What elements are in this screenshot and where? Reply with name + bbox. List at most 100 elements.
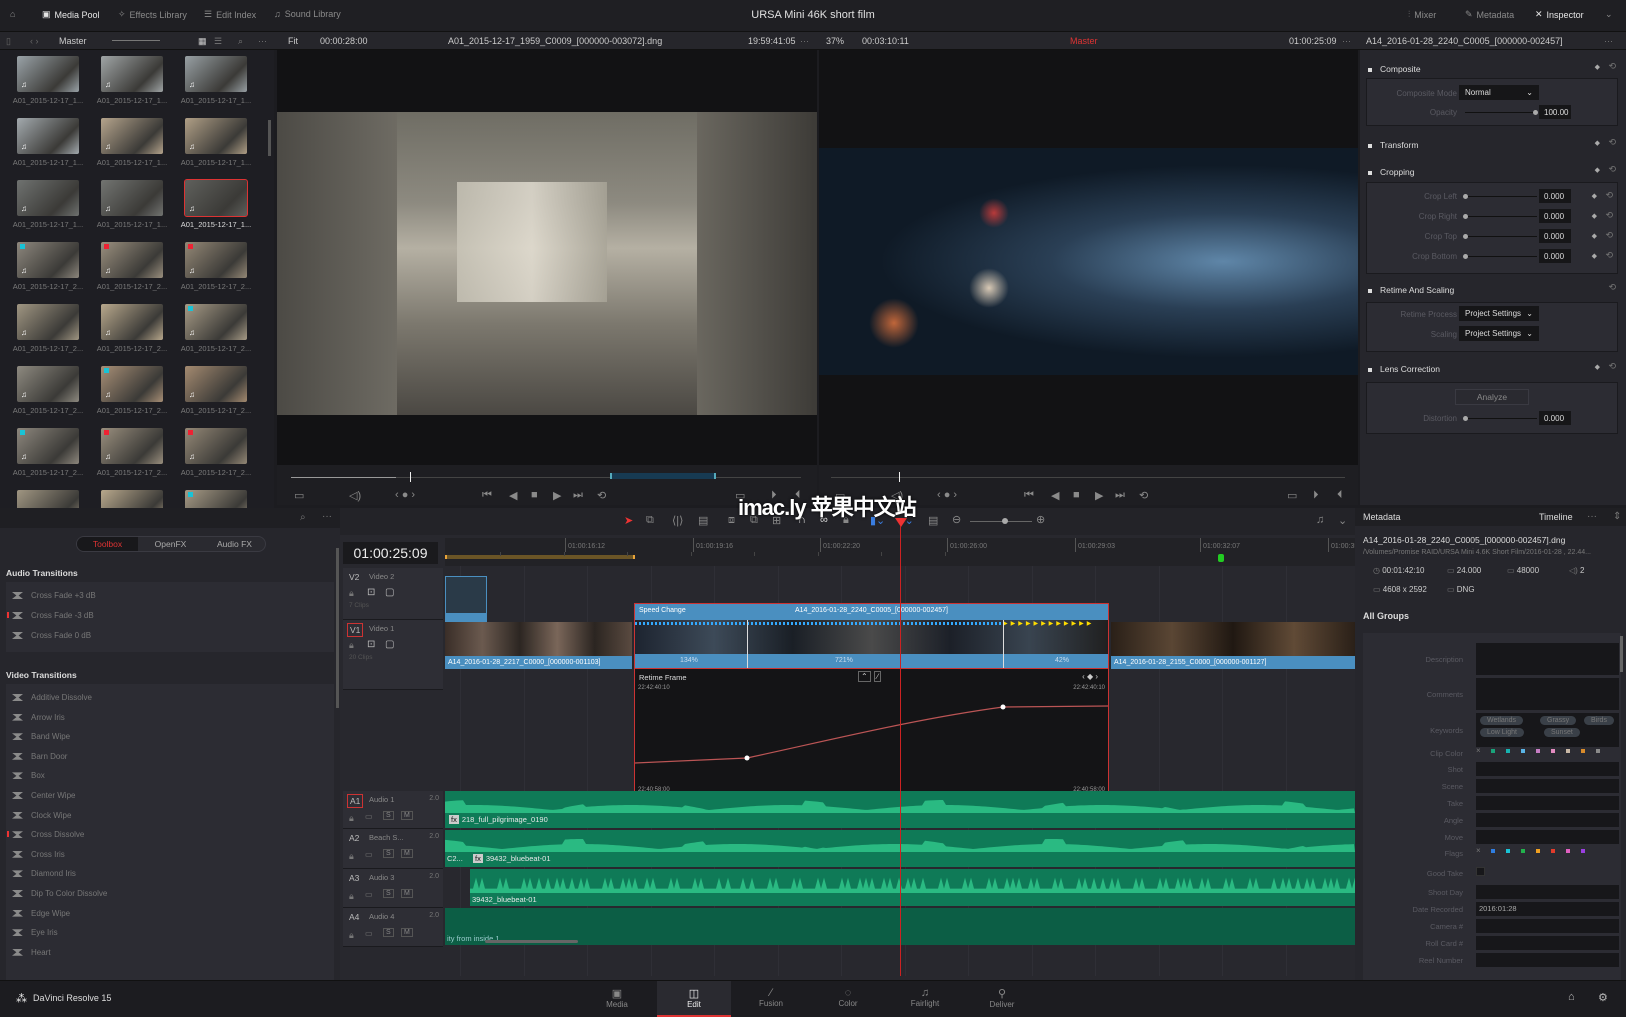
fullscreen-icon[interactable]: ▭ bbox=[1287, 489, 1297, 502]
page-tab-color[interactable]: ◌ Color bbox=[811, 981, 885, 1017]
media-thumbnail[interactable]: ♫ bbox=[17, 366, 79, 402]
in-out-range-bar[interactable] bbox=[445, 555, 635, 559]
track-id[interactable]: V2 bbox=[347, 571, 361, 583]
auto-select-icon[interactable]: ▭ bbox=[365, 929, 373, 938]
clip-color-swatch[interactable] bbox=[1521, 749, 1525, 753]
track-header-a1[interactable]: A1 Audio 1 🔒︎ 2.0 ▭ S M bbox=[343, 791, 443, 829]
media-pool-scrollbar[interactable] bbox=[268, 120, 271, 156]
track-id[interactable]: A3 bbox=[347, 872, 361, 884]
crop-slider[interactable] bbox=[1465, 256, 1537, 257]
metadata-group-select[interactable]: All Groups bbox=[1363, 611, 1409, 621]
track-header-v2[interactable]: V2 Video 2 🔒︎ ⊡ ▢ 7 Clips bbox=[343, 568, 443, 620]
lens-correction-header[interactable]: Lens Correction bbox=[1368, 364, 1440, 374]
expand-icon[interactable]: ⌄ bbox=[1605, 9, 1613, 20]
tab-audio-fx[interactable]: Audio FX bbox=[203, 537, 266, 551]
reset-icon[interactable]: ⟲ bbox=[1605, 250, 1613, 261]
keyframe-icon[interactable]: ◆ bbox=[1595, 63, 1600, 71]
jog-icon[interactable]: ‹ ● › bbox=[937, 489, 957, 501]
flag-swatch[interactable] bbox=[1536, 849, 1540, 853]
reset-icon[interactable]: ⟲ bbox=[1605, 230, 1613, 241]
lock-icon[interactable]: 🔒︎ bbox=[349, 851, 354, 862]
crop-slider[interactable] bbox=[1465, 236, 1537, 237]
media-thumbnail[interactable]: ♫ bbox=[185, 366, 247, 402]
media-thumbnail[interactable]: ♫ bbox=[185, 118, 247, 154]
media-thumbnail[interactable]: ♫ bbox=[101, 56, 163, 92]
effect-item[interactable]: Cross Fade 0 dB bbox=[12, 631, 91, 640]
media-thumbnail[interactable]: ♫ bbox=[101, 180, 163, 216]
distortion-field[interactable]: 0.000 bbox=[1539, 411, 1571, 425]
source-zoom-select[interactable]: Fit bbox=[288, 36, 298, 46]
clear-icon[interactable]: × bbox=[1476, 746, 1481, 755]
inspector-button[interactable]: ✕ Inspector bbox=[1535, 9, 1584, 20]
effect-item[interactable]: Cross Fade -3 dB bbox=[12, 611, 94, 620]
program-playhead[interactable] bbox=[899, 472, 900, 482]
media-thumbnail[interactable]: ♫ bbox=[101, 366, 163, 402]
reverse-icon[interactable]: ◀ bbox=[509, 489, 517, 502]
stop-icon[interactable]: ■ bbox=[1073, 489, 1080, 501]
reset-icon[interactable]: ⟲ bbox=[1608, 137, 1616, 148]
reset-icon[interactable]: ⟲ bbox=[1608, 282, 1616, 293]
track-header-a4[interactable]: A4 Audio 4 🔒︎ 2.0 ▭ S M bbox=[343, 908, 443, 947]
track-header-a3[interactable]: A3 Audio 3 🔒︎ 2.0 ▭ S M bbox=[343, 869, 443, 908]
opacity-field[interactable]: 100.00 bbox=[1539, 105, 1571, 119]
scaling-select[interactable]: Project Settings ⌄ bbox=[1459, 326, 1539, 341]
field-date-recorded[interactable]: 2016:01:28 bbox=[1476, 902, 1619, 916]
media-thumbnail[interactable]: ♫ bbox=[101, 304, 163, 340]
effect-item[interactable]: Cross Fade +3 dB bbox=[12, 591, 96, 600]
field-description[interactable] bbox=[1476, 643, 1619, 675]
cropping-header[interactable]: Cropping bbox=[1368, 167, 1415, 177]
v1-clip-left[interactable]: A14_2016-01-28_2217_C0000_[000000-001103… bbox=[445, 622, 632, 669]
crop-slider-knob[interactable] bbox=[1463, 194, 1468, 199]
in-out-range[interactable] bbox=[610, 473, 716, 479]
composite-header[interactable]: Composite bbox=[1368, 64, 1421, 74]
program-bin-select[interactable]: Master bbox=[1070, 36, 1098, 46]
keyword-tag[interactable]: Birds bbox=[1584, 716, 1614, 725]
page-tab-fusion[interactable]: ∕ Fusion bbox=[734, 981, 808, 1017]
loop-icon[interactable]: ⟲ bbox=[1139, 489, 1148, 502]
crop-slider-knob[interactable] bbox=[1463, 214, 1468, 219]
reset-icon[interactable]: ⟲ bbox=[1608, 361, 1616, 372]
inspector-more-icon[interactable]: ··· bbox=[1604, 36, 1613, 46]
crop-slider[interactable] bbox=[1465, 216, 1537, 217]
auto-select-icon[interactable]: ▭ bbox=[365, 850, 373, 859]
green-marker[interactable] bbox=[1218, 554, 1224, 562]
go-to-start-icon[interactable]: ⏮ bbox=[482, 489, 492, 502]
effect-item[interactable]: Box bbox=[12, 771, 45, 780]
media-thumbnail[interactable]: ♫ bbox=[185, 304, 247, 340]
keyframe-icon[interactable]: ◆ bbox=[1592, 192, 1597, 200]
effect-item[interactable]: Diamond Iris bbox=[12, 869, 76, 878]
keyword-tag[interactable]: Sunset bbox=[1544, 728, 1580, 737]
program-zoom-select[interactable]: 37% bbox=[826, 36, 844, 46]
field-take[interactable] bbox=[1476, 796, 1619, 810]
reset-icon[interactable]: ⟲ bbox=[1608, 61, 1616, 72]
flag-swatch[interactable] bbox=[1491, 849, 1495, 853]
viewer-mode-icon[interactable]: ▭ bbox=[294, 489, 304, 502]
media-thumbnail[interactable]: ♫ bbox=[17, 242, 79, 278]
composite-mode-select[interactable]: Normal ⌄ bbox=[1459, 85, 1539, 100]
chevron-down-icon[interactable]: ⌄ bbox=[1338, 514, 1347, 527]
crop-value-field[interactable]: 0.000 bbox=[1539, 229, 1571, 243]
mute-button[interactable]: M bbox=[401, 849, 413, 858]
flag-swatch[interactable] bbox=[1521, 849, 1525, 853]
track-id[interactable]: A4 bbox=[347, 911, 361, 923]
keyframe-icon[interactable]: ◆ bbox=[1595, 166, 1600, 174]
solo-button[interactable]: S bbox=[383, 849, 394, 858]
effect-item[interactable]: Band Wipe bbox=[12, 732, 70, 741]
stop-icon[interactable]: ■ bbox=[531, 489, 538, 501]
effects-scrollbar[interactable] bbox=[336, 548, 339, 708]
zoom-in-icon[interactable]: ⊕ bbox=[1036, 513, 1045, 526]
field-scene[interactable] bbox=[1476, 779, 1619, 793]
go-to-end-icon[interactable]: ⏭ bbox=[573, 489, 583, 502]
retime-process-select[interactable]: Project Settings ⌄ bbox=[1459, 306, 1539, 321]
keyword-tag[interactable]: Grassy bbox=[1540, 716, 1577, 725]
clip-color-swatch[interactable] bbox=[1536, 749, 1540, 753]
keyframe-icon[interactable]: ◆ bbox=[1592, 232, 1597, 240]
speed-point-handle[interactable] bbox=[747, 620, 748, 669]
lock-icon[interactable]: 🔒︎ bbox=[349, 930, 354, 941]
track-id[interactable]: A1 bbox=[347, 794, 364, 808]
reset-icon[interactable]: ⟲ bbox=[1605, 190, 1613, 201]
clear-icon[interactable]: × bbox=[1476, 846, 1481, 855]
grid-view-icon[interactable]: ▦ bbox=[198, 36, 207, 47]
metadata-scrollbar[interactable] bbox=[1620, 636, 1623, 672]
media-thumbnail[interactable]: ♫ bbox=[185, 428, 247, 464]
